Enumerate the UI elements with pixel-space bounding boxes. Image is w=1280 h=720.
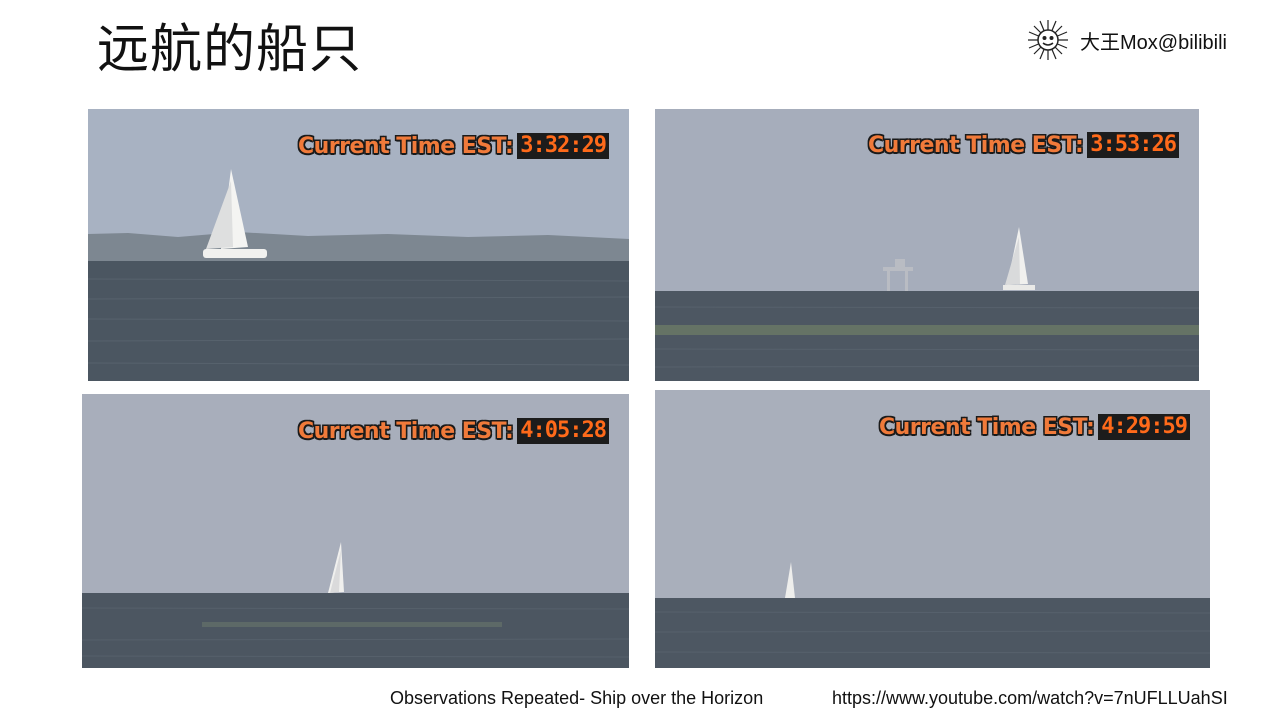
time-overlay-label: Current Time EST: [297,133,514,159]
horizon-photo-1: Current Time EST: 3:32:29 [88,109,629,381]
time-overlay-4: Current Time EST: 4:29:59 [879,414,1190,440]
horizon-photo-2: Current Time EST: 3:53:26 [655,109,1199,381]
time-clock: 3:32:29 [517,133,609,159]
horizon-photo-3: Current Time EST: 4:05:28 [82,394,629,668]
time-overlay-label: Current Time EST: [297,418,514,444]
time-overlay-3: Current Time EST: 4:05:28 [298,418,609,444]
time-overlay-label: Current Time EST: [867,132,1084,158]
time-overlay-1: Current Time EST: 3:32:29 [298,133,609,159]
source-url[interactable]: https://www.youtube.com/watch?v=7nUFLLUa… [832,688,1228,709]
time-clock: 4:29:59 [1098,414,1190,440]
time-clock: 4:05:28 [517,418,609,444]
brand-text: 大王Mox@bilibili [1080,31,1227,54]
sun-logo-icon [1028,20,1068,60]
page-title: 远航的船只 [97,20,363,80]
time-overlay-label: Current Time EST: [878,414,1095,440]
source-title: Observations Repeated- Ship over the Hor… [390,688,764,708]
brand: 大王Mox@bilibili [1026,18,1227,62]
horizon-photo-4: Current Time EST: 4:29:59 [655,390,1210,668]
time-clock: 3:53:26 [1087,132,1179,158]
slide: 远航的船只 大王Mox@bilibili Current Time EST: 3… [0,0,1280,720]
time-overlay-2: Current Time EST: 3:53:26 [868,132,1179,158]
